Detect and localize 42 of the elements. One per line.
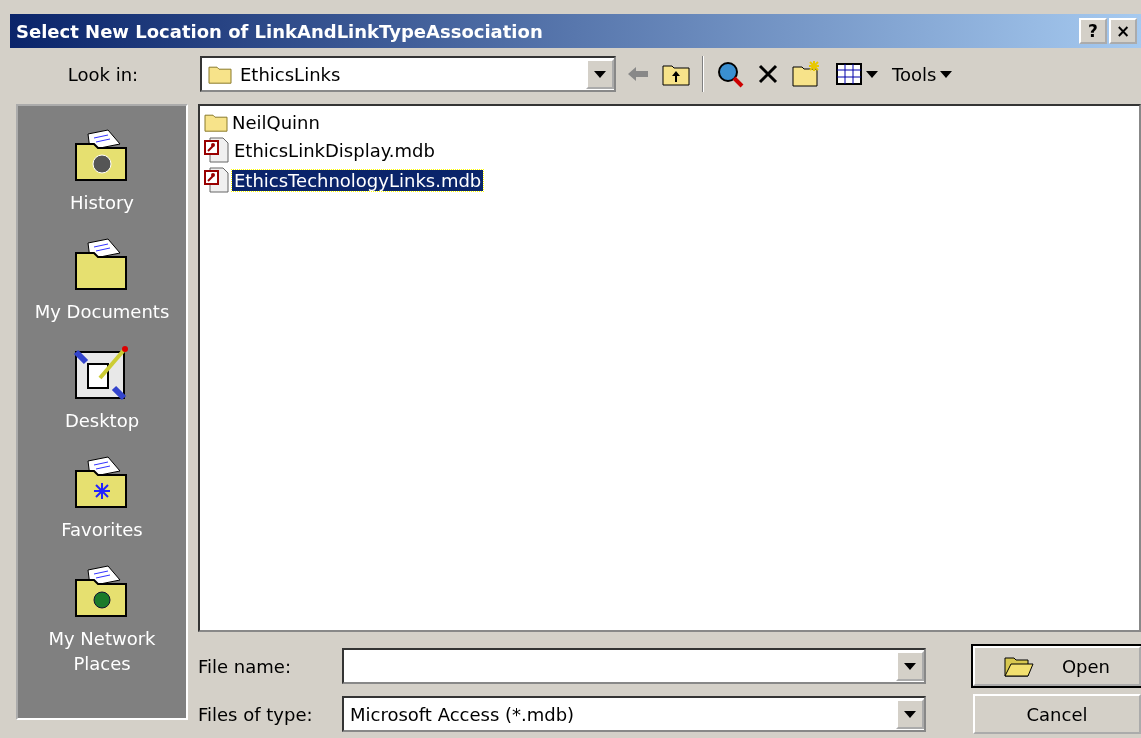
help-button[interactable]: ?	[1079, 18, 1107, 44]
place-item[interactable]: Desktop	[27, 408, 177, 433]
look-in-value: EthicsLinks	[240, 63, 341, 85]
dropdown-arrow-icon	[904, 662, 916, 670]
place-item[interactable]: My Network Places	[27, 626, 177, 676]
file-type-dropdown[interactable]: Microsoft Access (*.mdb)	[342, 696, 926, 732]
file-item[interactable]: NeilQuinn	[230, 112, 322, 133]
close-icon	[758, 64, 778, 84]
open-folder-icon	[1003, 654, 1034, 678]
dropdown-arrow-icon	[866, 70, 878, 78]
look-in-dropdown[interactable]: EthicsLinks	[200, 56, 616, 92]
file-name-label: File name:	[198, 655, 292, 677]
file-type-value: Microsoft Access (*.mdb)	[349, 703, 576, 725]
folder-icon	[204, 112, 228, 133]
place-item[interactable]: History	[27, 190, 177, 215]
database-file-icon	[204, 137, 230, 163]
views-button[interactable]	[834, 61, 880, 87]
list-view-icon	[836, 63, 862, 85]
cancel-button[interactable]: Cancel	[973, 694, 1141, 734]
look-in-label: Look in:	[66, 63, 140, 85]
file-type-label: Files of type:	[198, 703, 314, 725]
window-title: Select New Location of LinkAndLinkTypeAssociation	[16, 20, 544, 42]
tools-menu[interactable]: Tools	[890, 61, 955, 87]
back-arrow-icon	[628, 67, 648, 81]
close-button[interactable]: ×	[1109, 18, 1137, 44]
dropdown-arrow-icon	[594, 70, 606, 78]
open-button[interactable]: Open	[973, 646, 1141, 686]
place-item[interactable]: Favorites	[27, 517, 177, 542]
dropdown-button[interactable]	[896, 651, 924, 681]
delete-button[interactable]	[756, 62, 780, 86]
new-folder-icon	[792, 61, 822, 87]
file-name-field[interactable]	[342, 648, 926, 684]
file-item[interactable]: EthicsTechnologyLinks.mdb	[232, 169, 484, 191]
search-globe-icon	[716, 60, 744, 88]
database-file-icon	[204, 167, 230, 193]
up-folder-icon	[662, 62, 690, 86]
place-item[interactable]: My Documents	[27, 299, 177, 324]
dropdown-arrow-icon	[904, 710, 916, 718]
file-item[interactable]: EthicsLinkDisplay.mdb	[232, 139, 437, 161]
dropdown-button[interactable]	[586, 59, 614, 89]
dropdown-arrow-icon	[940, 70, 953, 78]
dropdown-button[interactable]	[896, 699, 924, 729]
